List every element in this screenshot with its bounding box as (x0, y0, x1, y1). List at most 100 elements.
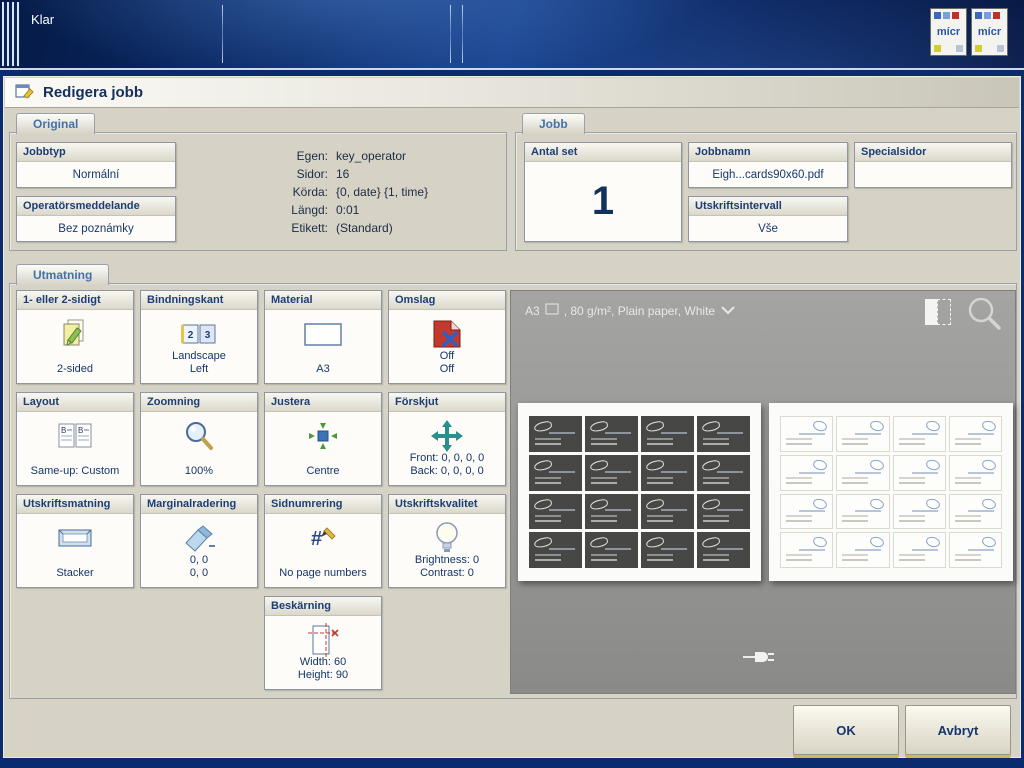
binding-edge-icon: 2 3 (141, 314, 257, 354)
preview-card (585, 455, 638, 491)
preview-card (641, 494, 694, 530)
paper-icon (265, 314, 381, 354)
original-group: Original Jobbtyp Normální Operatörsmedde… (9, 132, 507, 251)
chevron-down-icon (720, 304, 736, 318)
print-range-button[interactable]: Utskriftsintervall Vše (688, 196, 848, 242)
preview-card (585, 416, 638, 452)
tile-label: Justera (265, 393, 381, 412)
preview-card (836, 416, 889, 452)
align-centre-icon (265, 416, 381, 456)
page-numbering-button[interactable]: Sidnumrering # No page numbers (264, 494, 382, 588)
tab-original[interactable]: Original (16, 113, 95, 134)
info-key: Längd: (250, 203, 328, 217)
preview-card (893, 455, 946, 491)
media-selector[interactable]: A3 , 80 g/m², Plain paper, White (525, 303, 736, 318)
tile-value: Centre (267, 465, 379, 479)
antal-set-button[interactable]: Antal set 1 (524, 142, 682, 242)
tile-label: Förskjut (389, 393, 505, 412)
tile-value: Normální (17, 162, 175, 187)
tile-value: 2-sided (19, 363, 131, 377)
screen: Klar mícr mícr Redigera jobb (0, 0, 1024, 768)
tile-label: Omslag (389, 291, 505, 310)
layout-button[interactable]: Layout B B Same-up: Cust (16, 392, 134, 486)
preview-card (585, 494, 638, 530)
info-value: key_operator (336, 149, 500, 163)
preview-card (780, 416, 833, 452)
special-pages-button[interactable]: Specialsidor (854, 142, 1012, 188)
logo-pixels (934, 45, 963, 52)
dialog-title: Redigera jobb (43, 84, 143, 101)
topbar-separator (462, 5, 463, 63)
topbar-separator (222, 5, 223, 63)
tile-label: Utskriftsmatning (17, 495, 133, 514)
info-value: (Standard) (336, 221, 500, 235)
sides-button[interactable]: 1- eller 2-sidigt 2-sided (16, 290, 134, 384)
preview-card (697, 416, 750, 452)
micr-logo: mícr (930, 8, 967, 56)
tile-value: A3 (267, 363, 379, 377)
cancel-button[interactable]: Avbryt (905, 705, 1011, 755)
info-key: Körda: (250, 185, 328, 199)
zoom-button[interactable]: Zoomning 100% (140, 392, 258, 486)
paper-sheet-icon (545, 303, 559, 318)
align-button[interactable]: Justera Centre (264, 392, 382, 486)
separator-sheet-icon[interactable] (925, 299, 951, 325)
light-bulb-icon (389, 518, 505, 558)
media-size: A3 (525, 304, 540, 318)
tile-label: Utskriftsintervall (689, 197, 847, 216)
tile-label: Jobbtyp (17, 143, 175, 162)
crop-button[interactable]: Beskärning Width: 60 Height: 90 (264, 596, 382, 690)
micr-logo: mícr (971, 8, 1008, 56)
info-value: 16 (336, 167, 500, 181)
operator-message-button[interactable]: Operatörsmeddelande Bez poznámky (16, 196, 176, 242)
jobb-group: Jobb Antal set 1 Jobbnamn Eigh...cards90… (515, 132, 1017, 251)
preview-page-front (518, 403, 761, 581)
print-quality-button[interactable]: Utskriftskvalitet Brightness: 0 Contrast… (388, 494, 506, 588)
edit-job-icon (15, 82, 35, 104)
preview-card (836, 532, 889, 568)
stacker-tray-icon (17, 518, 133, 558)
tile-value: Width: 60 Height: 90 (267, 656, 379, 684)
output-button[interactable]: Utskriftsmatning Stacker (16, 494, 134, 588)
logo-pixels (975, 45, 1004, 52)
jobbtyp-button[interactable]: Jobbtyp Normální (16, 142, 176, 188)
tile-value: Stacker (19, 567, 131, 581)
shift-button[interactable]: Förskjut Front: 0, 0, 0, 0 Back: 0, 0, 0… (388, 392, 506, 486)
tab-jobb[interactable]: Jobb (522, 113, 585, 134)
preview-card (529, 532, 582, 568)
set-count-value: 1 (525, 162, 681, 241)
page-numbers-icon: # (265, 518, 381, 558)
preview-card (529, 494, 582, 530)
ok-button[interactable]: OK (793, 705, 899, 755)
topbar: Klar mícr mícr (0, 0, 1024, 70)
preview-card (697, 494, 750, 530)
media-description: , 80 g/m², Plain paper, White (564, 304, 715, 318)
tile-label: Antal set (525, 143, 681, 162)
material-button[interactable]: Material A3 (264, 290, 382, 384)
preview-card (949, 416, 1002, 452)
preview-zoom-icon[interactable] (965, 295, 1003, 338)
crop-icon (265, 620, 381, 660)
tile-label: Specialsidor (855, 143, 1011, 162)
tile-value: Eigh...cards90x60.pdf (689, 162, 847, 187)
jobbnamn-button[interactable]: Jobbnamn Eigh...cards90x60.pdf (688, 142, 848, 188)
cover-button[interactable]: Omslag Off Off (388, 290, 506, 384)
tile-value: Front: 0, 0, 0, 0 Back: 0, 0, 0, 0 (391, 452, 503, 480)
preview-card (529, 416, 582, 452)
preview-card (641, 455, 694, 491)
tab-utmatning[interactable]: Utmatning (16, 264, 109, 285)
topbar-stripes (2, 2, 20, 66)
magnifier-icon (141, 416, 257, 456)
tile-label: Material (265, 291, 381, 310)
tile-label: 1- eller 2-sidigt (17, 291, 133, 310)
tile-label: Jobbnamn (689, 143, 847, 162)
tile-value: Off Off (391, 350, 503, 378)
tile-value: Landscape Left (143, 350, 255, 378)
margin-erase-button[interactable]: Marginalradering 0, 0 0, 0 (140, 494, 258, 588)
svg-text:#: # (311, 528, 322, 550)
preview-page-back (769, 403, 1013, 581)
binding-edge-button[interactable]: Bindningskant 2 3 Landscape Left (140, 290, 258, 384)
tile-label: Layout (17, 393, 133, 412)
info-key: Etikett: (250, 221, 328, 235)
dialog-titlebar: Redigera jobb (5, 78, 1019, 108)
